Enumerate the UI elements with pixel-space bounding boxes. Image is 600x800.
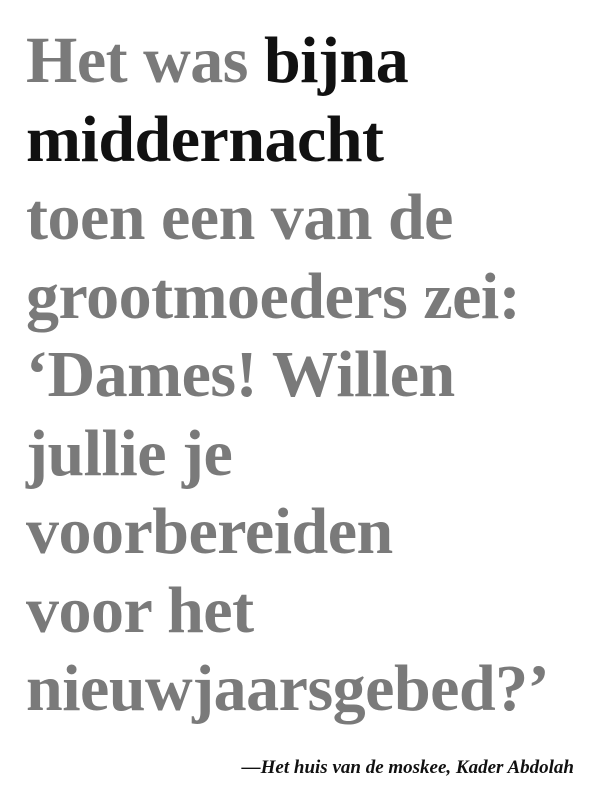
quote-line-8: voor het [26, 573, 254, 647]
page: Het was bijna middernacht toen een van d… [0, 0, 600, 800]
quote-emphasis-middernacht: middernacht [26, 102, 384, 176]
quote-line-4: grootmoeders zei: [26, 259, 521, 333]
quote-line-3: toen een van de [26, 181, 453, 254]
quote-line-5: ‘Dames! Willen [26, 338, 455, 411]
quote-line-6: jullie je [26, 416, 233, 490]
quote: Het was bijna middernacht toen een van d… [26, 22, 580, 729]
quote-line-7: voorbereiden [26, 495, 393, 568]
quote-line-9: nieuwjaarsgebed?’ [26, 652, 550, 725]
attribution: —Het huis van de moskee, Kader Abdolah [241, 757, 574, 778]
quote-lead-text: Het was [26, 24, 264, 97]
quote-emphasis-bijna: bijna [263, 24, 409, 97]
quote-line-1: Het was bijna [26, 22, 580, 101]
